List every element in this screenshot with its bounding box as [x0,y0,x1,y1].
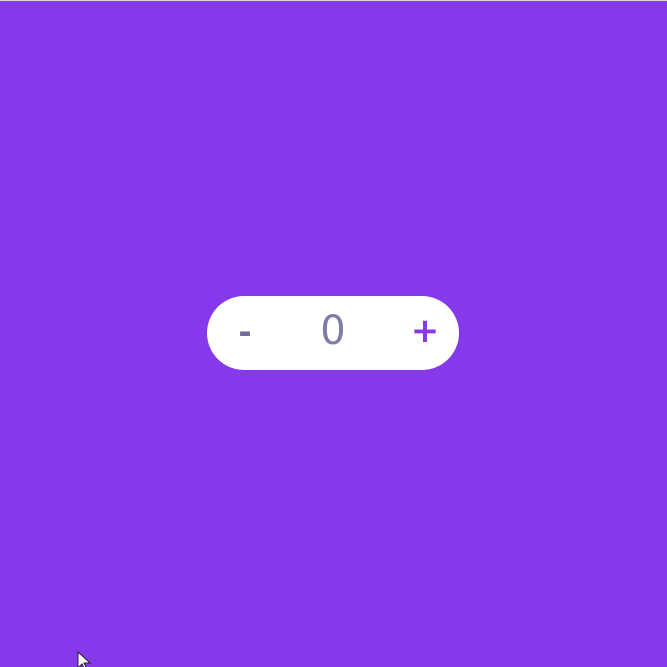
decrement-button[interactable]: - [215,296,275,370]
mouse-pointer-icon [77,651,92,667]
counter-value: 0 [320,308,346,354]
quantity-stepper: - 0 + [207,296,459,370]
minus-icon: - [238,313,252,351]
window-top-border [0,0,667,1]
plus-icon: + [410,311,440,351]
increment-button[interactable]: + [395,296,455,370]
